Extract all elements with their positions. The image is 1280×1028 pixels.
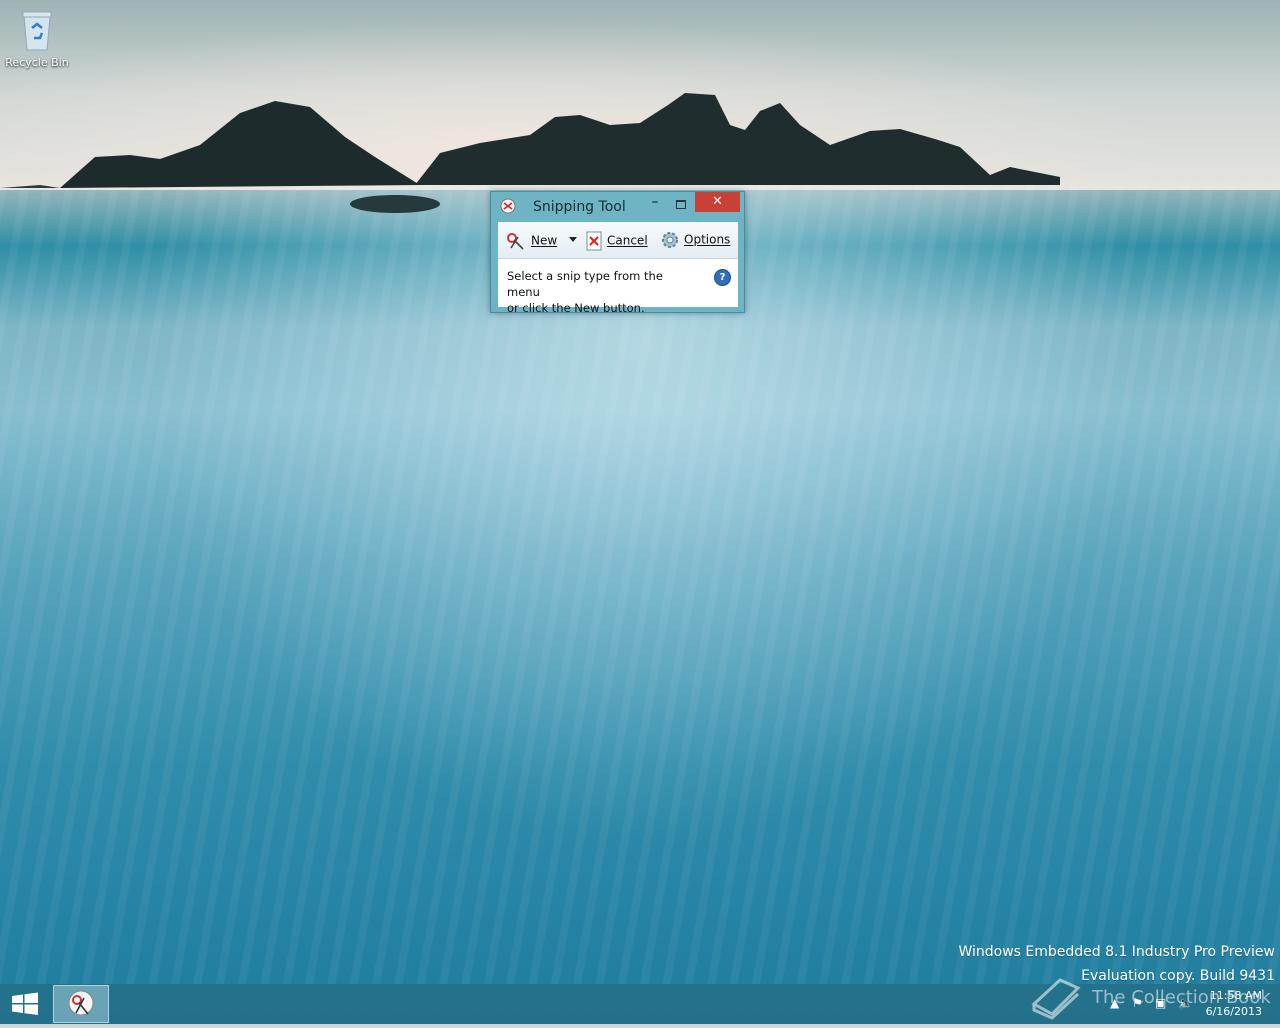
snipping-tool-taskbar-icon [68, 990, 94, 1016]
instruction-line-1: Select a snip type from the menu [507, 269, 663, 299]
windows-logo-icon [12, 992, 38, 1015]
watermark-line-1: Windows Embedded 8.1 Industry Pro Previe… [958, 944, 1275, 960]
maximize-icon [676, 200, 686, 209]
book-logo-icon [1031, 978, 1081, 1020]
evaluation-watermark: Windows Embedded 8.1 Industry Pro Previe… [958, 940, 1275, 988]
new-button[interactable]: New [506, 231, 557, 251]
cancel-button[interactable]: Cancel [586, 231, 648, 251]
recycle-bin-icon [22, 11, 52, 51]
scissors-icon [507, 233, 524, 250]
title-bar[interactable]: Snipping Tool – ✕ [491, 192, 744, 222]
maximize-button[interactable] [669, 194, 693, 214]
taskbar: ▲ ⚑ ▣ 🔈 11:58 AM 6/16/2013 [0, 984, 1280, 1024]
cancel-icon [586, 231, 602, 251]
new-label: New [531, 233, 558, 248]
start-button[interactable] [0, 984, 50, 1024]
instruction-line-2: or click the New button. [507, 301, 645, 315]
snipping-tool-app-icon[interactable] [500, 198, 516, 214]
snipping-tool-window[interactable]: Snipping Tool – ✕ New Cancel Options Sel… [490, 191, 745, 315]
window-title: Snipping Tool [533, 199, 626, 215]
new-dropdown-arrow[interactable] [569, 237, 577, 242]
window-client: New Cancel Options Select a snip type fr… [498, 222, 738, 315]
cancel-label: Cancel [607, 233, 648, 248]
recycle-bin-label: Recycle Bin [5, 56, 69, 69]
taskbar-snipping-tool[interactable] [53, 985, 109, 1023]
minimize-button[interactable]: – [643, 194, 667, 214]
gear-icon [662, 232, 678, 248]
help-icon[interactable]: ? [714, 269, 731, 286]
options-button[interactable]: Options [661, 231, 730, 249]
toolbar: New Cancel Options [498, 222, 738, 259]
options-label: Options [684, 232, 731, 247]
close-button[interactable]: ✕ [695, 192, 740, 212]
close-icon: ✕ [712, 194, 723, 209]
recycle-bin-shortcut[interactable]: Recycle Bin [4, 8, 70, 69]
instruction-text: Select a snip type from the menu or clic… [507, 268, 697, 316]
overlay-watermark-text: The Collection Book [1092, 987, 1271, 1008]
